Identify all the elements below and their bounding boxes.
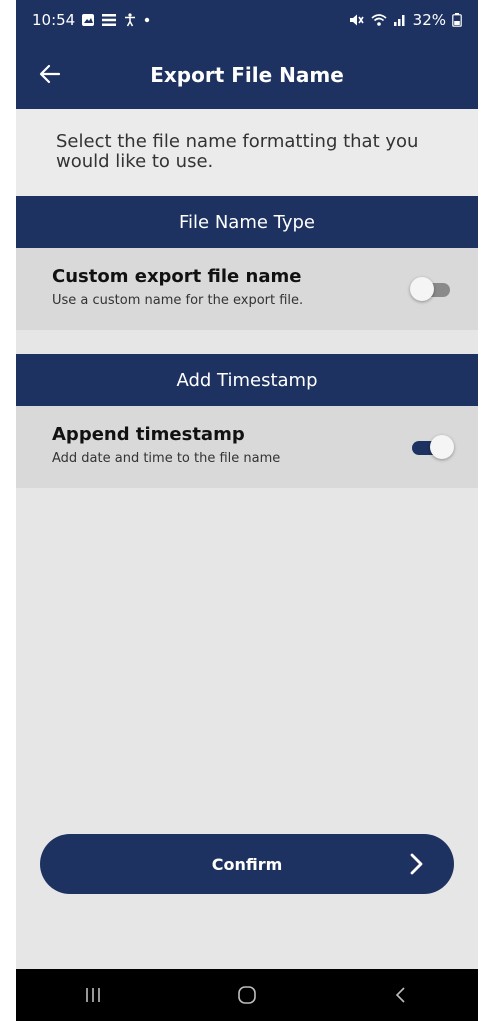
setting-title: Custom export file name — [52, 266, 302, 287]
status-bar-right: 32% — [349, 11, 462, 29]
setting-row-append-timestamp[interactable]: Append timestamp Add date and time to th… — [16, 406, 478, 488]
toggle-knob — [430, 435, 454, 459]
confirm-button[interactable]: Confirm — [40, 834, 454, 894]
system-nav-bar — [16, 969, 478, 1021]
accessibility-icon — [125, 13, 136, 27]
setting-title: Append timestamp — [52, 424, 245, 445]
section-header-add-timestamp: Add Timestamp — [16, 354, 478, 407]
signal-icon — [393, 15, 405, 26]
chevron-right-icon — [410, 853, 423, 875]
setting-description: Use a custom name for the export file. — [52, 293, 304, 308]
back-button[interactable] — [34, 58, 66, 90]
arrow-left-icon — [39, 64, 61, 84]
gallery-icon — [82, 14, 95, 26]
recent-apps-button[interactable] — [63, 975, 123, 1015]
mute-icon — [349, 14, 364, 26]
home-icon — [238, 986, 256, 1004]
app-bar: Export File Name — [16, 40, 478, 109]
toggle-knob — [410, 277, 434, 301]
section-header-file-name-type: File Name Type — [16, 196, 478, 249]
battery-percent: 32% — [412, 11, 446, 29]
append-timestamp-toggle[interactable] — [410, 435, 454, 459]
status-bar: 10:54 32% — [16, 0, 478, 40]
page-title: Export File Name — [150, 62, 344, 87]
back-icon — [395, 987, 405, 1003]
nav-back-button[interactable] — [371, 975, 431, 1015]
battery-icon — [452, 13, 462, 27]
setting-description: Add date and time to the file name — [52, 451, 281, 466]
phone-screen: 10:54 32% Export File Name Select the fi… — [16, 0, 478, 1021]
status-time: 10:54 — [32, 11, 76, 29]
status-bar-left: 10:54 — [32, 11, 151, 29]
confirm-label: Confirm — [211, 854, 283, 874]
intro-text: Select the file name formatting that you… — [16, 109, 478, 196]
custom-export-file-name-toggle[interactable] — [410, 277, 452, 301]
home-button[interactable] — [217, 975, 277, 1015]
wifi-icon — [371, 14, 387, 26]
recent-apps-icon — [86, 988, 100, 1002]
menu-lines-icon — [102, 14, 117, 26]
setting-row-custom-export-file-name[interactable]: Custom export file name Use a custom nam… — [16, 248, 478, 330]
dot-icon — [145, 17, 150, 23]
